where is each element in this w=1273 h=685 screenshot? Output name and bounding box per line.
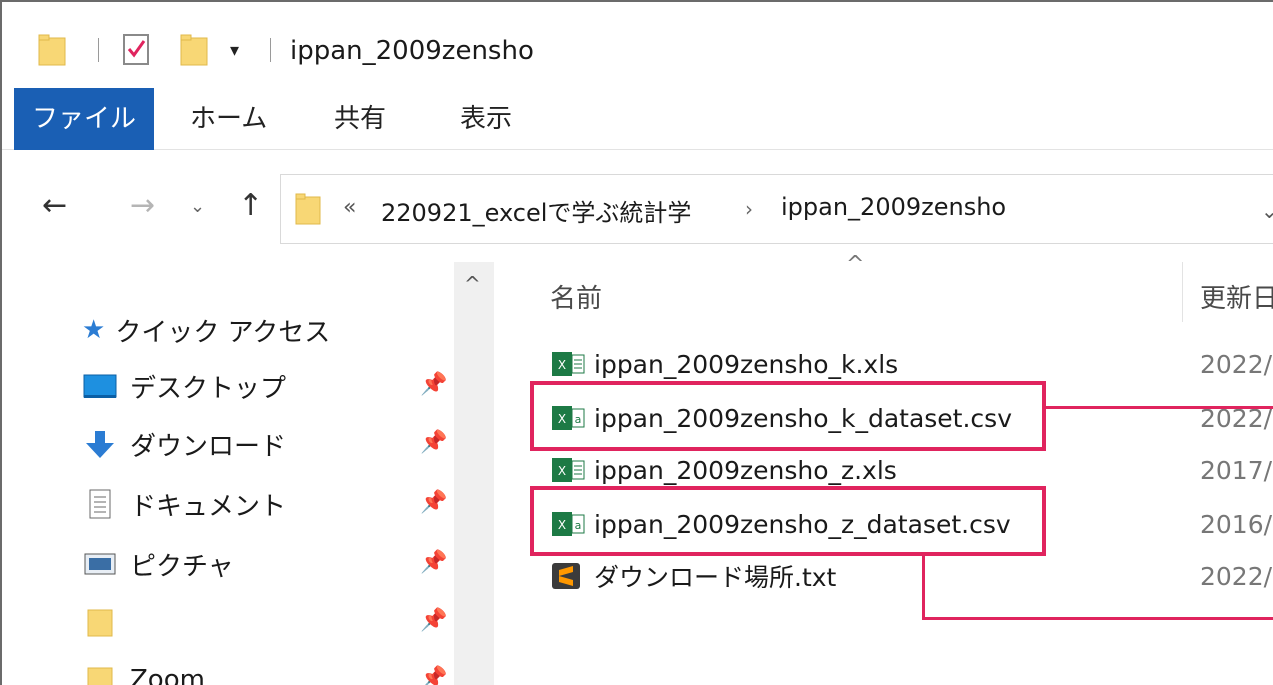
connector-line [922,556,925,620]
download-icon [86,431,114,458]
properties-icon[interactable] [122,32,152,66]
file-date: 2017/0 [1200,456,1273,485]
customize-toolbar-dropdown[interactable]: ▾ [230,40,239,61]
sidebar-item-documents[interactable]: ドキュメント [82,484,286,524]
desktop-icon [83,374,117,398]
pin-icon[interactable]: 📌 [420,550,447,575]
column-divider[interactable] [1182,262,1183,322]
sidebar-item-label: デスクトップ [130,373,287,404]
svg-text:X: X [558,358,566,372]
sidebar-item-label: Zoom [130,665,205,685]
column-header-name[interactable]: 名前 [550,278,602,315]
pin-icon[interactable]: 📌 [420,490,447,515]
sidebar-item-downloads[interactable]: ダウンロード [82,424,286,464]
connector-line [1046,406,1273,409]
file-row[interactable]: ダウンロード場所.txt [550,554,836,598]
sidebar-item-label: ピクチャ [130,551,234,582]
toolbar-separator [98,38,99,62]
column-header-date[interactable]: 更新日 [1200,278,1273,315]
sidebar-item-pictures[interactable]: ピクチャ [82,544,234,584]
breadcrumb-overflow[interactable]: « [343,195,356,220]
file-list: ^ 名前 更新日 X ippan_2009zensho_k.xls 2022/0… [502,252,1273,685]
up-arrow-icon[interactable]: ↑ [238,188,263,223]
file-date: 2016/ [1200,510,1273,539]
file-date: 2022/0 [1200,562,1273,591]
document-icon [89,489,111,519]
sidebar-item-label: ドキュメント [130,491,287,522]
navigation-pane: ^ ★ クイック アクセス デスクトップ 📌 ダウンロード 📌 ドキュメント 📌… [2,262,502,685]
file-name: ippan_2009zensho_k.xls [594,349,899,379]
tab-home[interactable]: ホーム [190,88,267,150]
quick-access-label: クイック アクセス [115,317,331,348]
sidebar-item-folder[interactable] [82,602,130,642]
file-explorer-window: ▾ ippan_2009zensho ファイル ホーム 共有 表示 ← → ⌄ … [0,0,1273,685]
tab-view[interactable]: 表示 [460,88,512,150]
folder-icon[interactable] [38,34,66,66]
tab-share[interactable]: 共有 [334,88,386,150]
pin-icon[interactable]: 📌 [420,608,447,633]
toolbar-separator [270,38,271,62]
recent-locations-chevron-icon[interactable]: ⌄ [190,196,205,217]
forward-arrow-icon[interactable]: → [130,188,155,223]
window-title: ippan_2009zensho [290,36,534,66]
address-bar[interactable]: « 220921_excelで学ぶ統計学 › ippan_2009zensho … [280,174,1273,244]
folder-icon [87,609,113,637]
navigation-bar: ← → ⌄ ↑ « 220921_excelで学ぶ統計学 › ippan_200… [2,152,1273,262]
title-bar: ▾ ippan_2009zensho [2,2,1273,88]
pin-icon[interactable]: 📌 [420,372,447,397]
folder-icon [87,667,113,685]
folder-icon [295,193,321,225]
breadcrumb-item[interactable]: 220921_excelで学ぶ統計学 [381,193,691,228]
breadcrumb-separator-icon[interactable]: › [745,197,753,221]
svg-text:X: X [558,464,566,478]
sidebar-item-zoom[interactable]: Zoom [82,660,205,685]
sidebar-item-label: ダウンロード [130,431,287,462]
file-date: 2022/0 [1200,350,1273,379]
file-name: ダウンロード場所.txt [594,563,837,592]
highlight-box [530,486,1046,556]
pin-icon[interactable]: 📌 [420,666,447,685]
sublime-text-icon [552,563,580,589]
highlight-box [530,381,1046,451]
pictures-icon [84,553,116,575]
scrollbar[interactable] [454,262,494,685]
file-name: ippan_2009zensho_z.xls [594,455,897,485]
quick-access-item[interactable]: ★ クイック アクセス [82,310,330,350]
new-folder-icon[interactable] [180,34,208,66]
scroll-up-icon[interactable]: ^ [464,272,481,296]
excel-xls-icon: X [552,458,585,482]
sidebar-item-desktop[interactable]: デスクトップ [82,366,286,406]
tab-file[interactable]: ファイル [14,88,154,150]
back-arrow-icon[interactable]: ← [42,188,67,223]
star-icon: ★ [82,315,106,345]
excel-xls-icon: X [552,352,585,376]
sort-ascending-icon: ^ [846,252,865,277]
ribbon-tabs: ファイル ホーム 共有 表示 [2,88,1273,150]
pin-icon[interactable]: 📌 [420,430,447,455]
connector-line [922,617,1273,620]
file-row[interactable]: X ippan_2009zensho_k.xls [550,342,898,386]
breadcrumb-item[interactable]: ippan_2009zensho [781,193,1006,221]
address-dropdown-icon[interactable]: ⌄ [1261,199,1273,223]
